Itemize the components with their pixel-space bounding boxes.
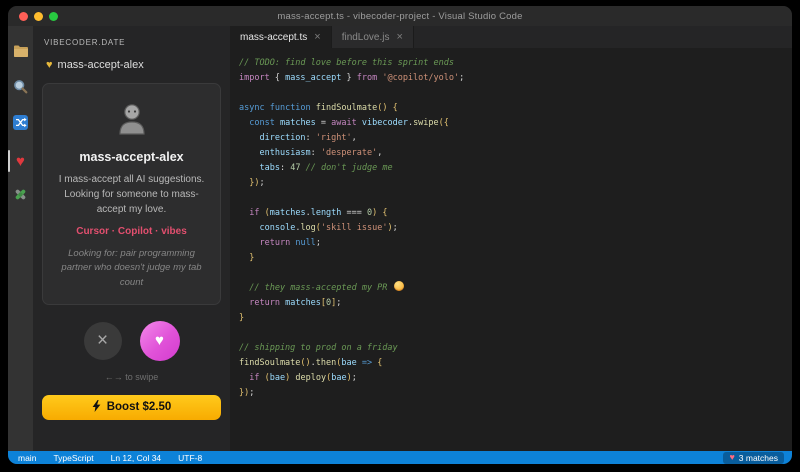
shuffle-icon xyxy=(13,115,28,135)
profile-tags: Cursor · Copilot · vibes xyxy=(53,226,210,237)
status-right: ♥ 3 matches xyxy=(723,452,784,464)
vscode-window: mass-accept.ts - vibecoder-project - Vis… xyxy=(8,6,792,464)
avatar xyxy=(112,100,152,140)
code-area[interactable]: // TODO: find love before this sprint en… xyxy=(230,48,792,451)
activity-explorer[interactable] xyxy=(8,35,33,71)
boost-button[interactable]: Boost $2.50 xyxy=(42,395,221,420)
close-window-button[interactable] xyxy=(19,12,28,21)
heart-icon: ♥ xyxy=(729,453,734,462)
activity-extensions[interactable] xyxy=(8,179,33,215)
swipe-buttons: × ♥ xyxy=(42,321,221,361)
profile-bio: I mass-accept all AI suggestions. Lookin… xyxy=(55,172,208,217)
status-bar: main TypeScript Ln 12, Col 34 UTF-8 ♥ 3 … xyxy=(8,451,792,464)
close-tab-icon[interactable]: × xyxy=(314,31,320,43)
branch-indicator[interactable]: main xyxy=(18,453,36,463)
tab-bar: mass-accept.ts × findLove.js × xyxy=(230,26,792,48)
tab-label: findLove.js xyxy=(342,32,390,43)
search-icon xyxy=(13,79,28,99)
yellow-heart-icon: ♥ xyxy=(46,60,53,71)
tab-mass-accept-ts[interactable]: mass-accept.ts × xyxy=(230,26,332,48)
activity-vibecoder[interactable]: ♥ xyxy=(8,143,33,179)
encoding-indicator[interactable]: UTF-8 xyxy=(178,453,202,463)
sidebar-title: VIBECODER.DATE xyxy=(42,26,221,47)
cursor-position[interactable]: Ln 12, Col 34 xyxy=(111,453,162,463)
heart-icon: ♥ xyxy=(16,154,25,169)
close-tab-icon[interactable]: × xyxy=(397,31,403,43)
activity-search[interactable] xyxy=(8,71,33,107)
editor-group: mass-accept.ts × findLove.js × // TODO: … xyxy=(230,26,792,451)
activity-bar: ♥ xyxy=(8,26,33,451)
status-left: main TypeScript Ln 12, Col 34 UTF-8 xyxy=(18,453,202,463)
lightning-icon xyxy=(92,400,101,415)
heart-icon: ♥ xyxy=(155,332,164,349)
sidebar: VIBECODER.DATE ♥ mass-accept-alex mass-a… xyxy=(33,26,230,451)
active-indicator xyxy=(8,150,10,172)
like-button[interactable]: ♥ xyxy=(140,321,180,361)
desktop-background: mass-accept.ts - vibecoder-project - Vis… xyxy=(0,0,800,472)
x-icon: × xyxy=(97,331,108,350)
boost-label: Boost $2.50 xyxy=(107,401,172,413)
matches-indicator[interactable]: ♥ 3 matches xyxy=(723,452,784,464)
window-title: mass-accept.ts - vibecoder-project - Vis… xyxy=(277,11,522,22)
puzzle-icon xyxy=(13,187,28,207)
pass-button[interactable]: × xyxy=(84,322,122,360)
tree-item-profile[interactable]: ♥ mass-accept-alex xyxy=(42,47,221,71)
minimize-window-button[interactable] xyxy=(34,12,43,21)
titlebar: mass-accept.ts - vibecoder-project - Vis… xyxy=(8,6,792,26)
maximize-window-button[interactable] xyxy=(49,12,58,21)
swipe-hint: ←→ to swipe xyxy=(42,372,221,382)
traffic-lights xyxy=(19,6,58,26)
matches-count: 3 matches xyxy=(739,453,778,463)
language-indicator[interactable]: TypeScript xyxy=(53,453,93,463)
folder-icon xyxy=(13,44,29,63)
profile-looking-for: Looking for: pair programming partner wh… xyxy=(57,247,206,290)
profile-name: mass-accept-alex xyxy=(53,150,210,164)
tree-item-label: mass-accept-alex xyxy=(58,59,144,71)
tab-findlove-js[interactable]: findLove.js × xyxy=(332,26,414,48)
tab-label: mass-accept.ts xyxy=(240,32,307,43)
activity-shuffle[interactable] xyxy=(8,107,33,143)
profile-card: mass-accept-alex I mass-accept all AI su… xyxy=(42,83,221,305)
